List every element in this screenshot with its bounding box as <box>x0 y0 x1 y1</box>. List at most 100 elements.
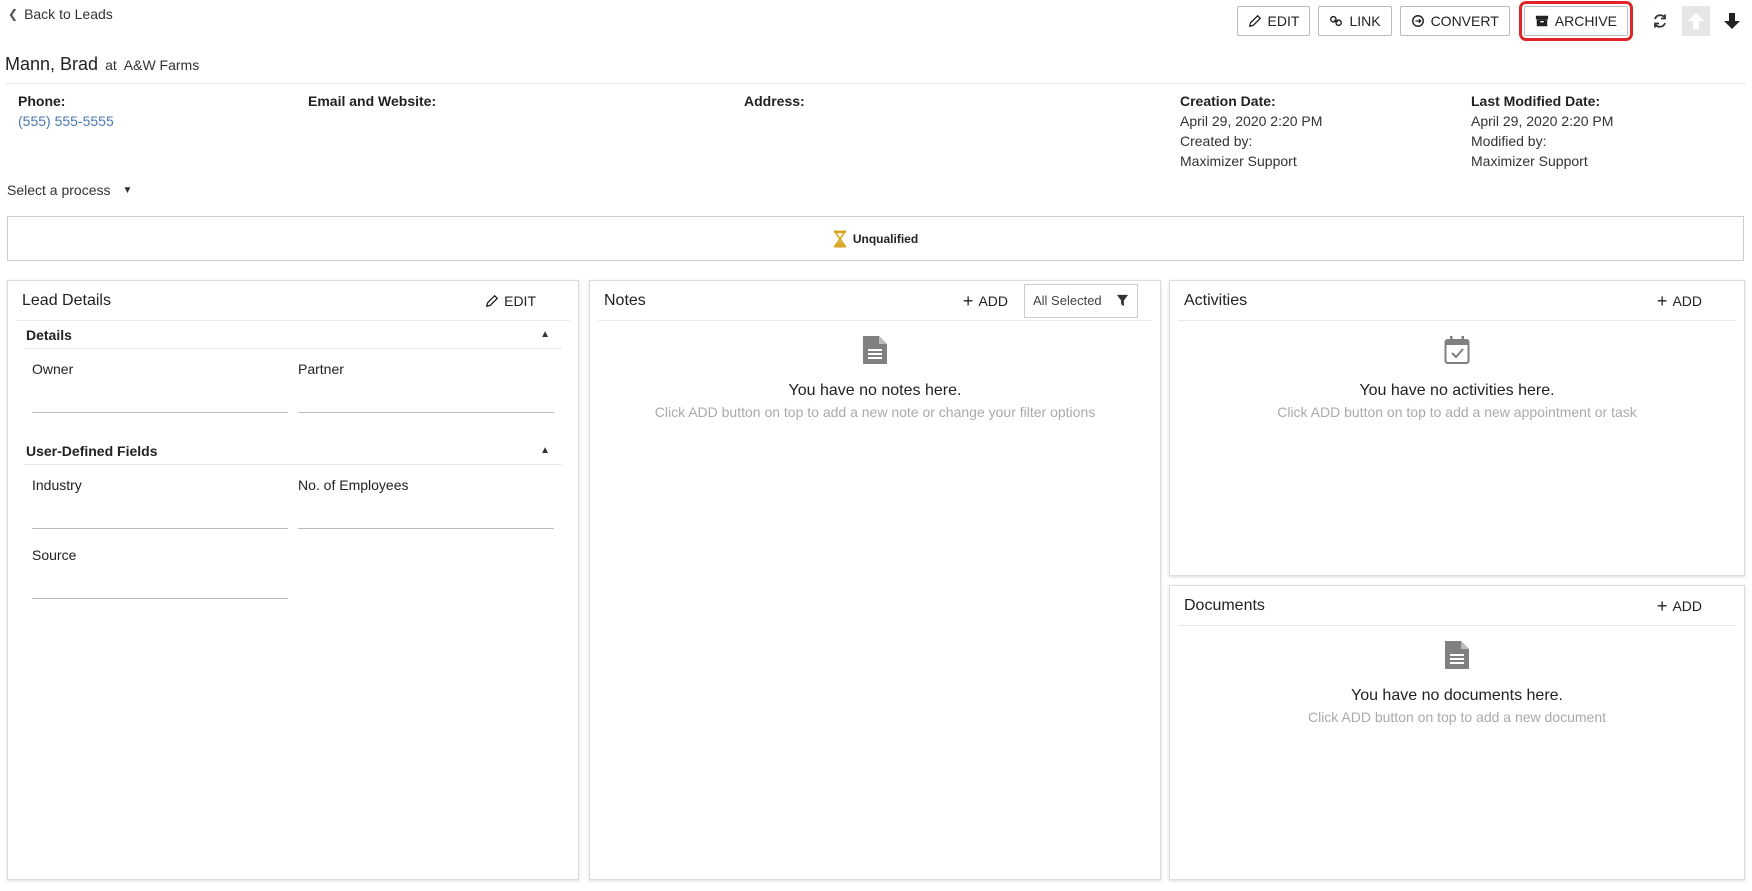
stage-label: Unqualified <box>852 231 919 246</box>
archive-label: ARCHIVE <box>1554 13 1617 29</box>
activities-panel: Activities + ADD You have no activities … <box>1169 280 1745 576</box>
plus-icon: + <box>1656 595 1668 616</box>
employees-field[interactable]: No. of Employees <box>298 465 554 529</box>
udf-section-title: User-Defined Fields <box>26 442 158 459</box>
source-value[interactable] <box>32 563 288 599</box>
details-section-header[interactable]: Details ▲ <box>24 321 562 349</box>
notes-filter-label: All Selected <box>1033 293 1102 308</box>
link-icon <box>1330 15 1343 27</box>
phone-info: Phone: (555) 555-5555 <box>18 91 114 131</box>
activities-add-button[interactable]: + ADD <box>1656 290 1702 311</box>
employees-label: No. of Employees <box>298 477 409 493</box>
owner-value[interactable] <box>32 377 288 413</box>
caret-down-icon: ▼ <box>122 184 133 196</box>
pencil-icon <box>1248 14 1261 28</box>
lead-details-edit-label: EDIT <box>504 292 536 309</box>
phone-link[interactable]: (555) 555-5555 <box>18 111 114 131</box>
plus-icon: + <box>1656 290 1668 311</box>
collapse-triangle-icon[interactable]: ▲ <box>540 445 550 456</box>
refresh-icon <box>1654 14 1666 28</box>
lead-at-label: at <box>105 57 117 73</box>
activities-empty-message: You have no activities here. <box>1359 382 1555 399</box>
pencil-icon <box>485 294 499 307</box>
owner-field[interactable]: Owner <box>32 349 288 413</box>
notes-empty-message: You have no notes here. <box>788 382 962 399</box>
record-toolbar: EDIT LINK CONVERT ARCHIVE <box>1236 1 1746 41</box>
hourglass-icon <box>833 230 846 247</box>
partner-label: Partner <box>298 361 344 377</box>
notes-add-button[interactable]: + ADD <box>962 290 1008 311</box>
collapse-triangle-icon[interactable]: ▲ <box>540 329 550 340</box>
udf-fields: Industry No. of Employees Source <box>8 465 578 599</box>
notes-empty-state: You have no notes here. Click ADD button… <box>590 335 1160 420</box>
details-section-title: Details <box>26 326 72 343</box>
process-select[interactable]: Select a process ▼ <box>7 182 132 198</box>
edit-label: EDIT <box>1267 13 1300 29</box>
source-label: Source <box>32 547 77 563</box>
archive-button[interactable]: ARCHIVE <box>1518 1 1634 41</box>
edit-button[interactable]: EDIT <box>1236 6 1311 36</box>
created-by-value: Maximizer Support <box>1180 153 1297 169</box>
documents-empty-message: You have no documents here. <box>1350 687 1563 704</box>
lead-company: A&W Farms <box>123 57 200 73</box>
previous-record-button[interactable] <box>1682 6 1710 36</box>
phone-label: Phone: <box>18 93 66 109</box>
back-to-leads-link[interactable]: ❮ Back to Leads <box>8 6 113 22</box>
address-info: Address: <box>744 91 805 111</box>
next-record-button[interactable] <box>1718 6 1746 36</box>
link-button[interactable]: LINK <box>1318 6 1392 36</box>
lead-details-title: Lead Details <box>22 291 111 309</box>
lead-name: Mann, Brad <box>5 54 99 74</box>
process-label: Select a process <box>7 182 111 198</box>
documents-add-label: ADD <box>1672 597 1702 614</box>
notes-filter-select[interactable]: All Selected <box>1024 283 1138 318</box>
employees-value[interactable] <box>298 493 554 529</box>
convert-button[interactable]: CONVERT <box>1399 6 1510 36</box>
lead-title: Mann, Brad at A&W Farms <box>5 54 199 75</box>
partner-value[interactable] <box>298 377 554 413</box>
notes-actions: + ADD All Selected <box>962 283 1138 318</box>
modified-by-label: Modified by: <box>1471 133 1547 149</box>
industry-label: Industry <box>32 477 82 493</box>
creation-label: Creation Date: <box>1180 93 1276 109</box>
notes-header: Notes + ADD All Selected <box>598 281 1152 321</box>
convert-icon <box>1411 15 1424 27</box>
notes-title: Notes <box>604 291 646 309</box>
email-info: Email and Website: <box>308 91 436 111</box>
filter-icon <box>1116 294 1129 307</box>
chevron-left-icon: ❮ <box>8 7 19 21</box>
created-by-label: Created by: <box>1180 133 1253 149</box>
documents-empty-state: You have no documents here. Click ADD bu… <box>1170 640 1744 725</box>
modified-info: Last Modified Date: April 29, 2020 2:20 … <box>1471 91 1613 171</box>
documents-title: Documents <box>1184 596 1265 614</box>
arrow-down-icon <box>1724 13 1740 29</box>
details-fields: Owner Partner <box>8 349 578 413</box>
email-label: Email and Website: <box>308 93 437 109</box>
lead-details-edit-button[interactable]: EDIT <box>485 293 536 309</box>
industry-value[interactable] <box>32 493 288 529</box>
stage-bar[interactable]: Unqualified <box>7 216 1744 261</box>
modified-label: Last Modified Date: <box>1471 93 1601 109</box>
creation-value: April 29, 2020 2:20 PM <box>1180 113 1323 129</box>
source-field[interactable]: Source <box>32 529 288 599</box>
documents-header: Documents + ADD <box>1178 586 1736 626</box>
udf-section-header[interactable]: User-Defined Fields ▲ <box>24 437 562 465</box>
notes-empty-hint: Click ADD button on top to add a new not… <box>654 404 1096 420</box>
archive-icon <box>1535 15 1548 27</box>
partner-field[interactable]: Partner <box>298 349 554 413</box>
modified-by-value: Maximizer Support <box>1471 153 1588 169</box>
documents-empty-hint: Click ADD button on top to add a new doc… <box>1307 709 1607 725</box>
header-divider <box>5 83 1746 84</box>
industry-field[interactable]: Industry <box>32 465 288 529</box>
documents-add-button[interactable]: + ADD <box>1656 595 1702 616</box>
owner-label: Owner <box>32 361 74 377</box>
notes-add-label: ADD <box>978 292 1008 309</box>
plus-icon: + <box>962 290 974 311</box>
activities-title: Activities <box>1184 291 1248 309</box>
notes-panel: Notes + ADD All Selected You have no not… <box>589 280 1161 880</box>
activities-add-label: ADD <box>1672 292 1702 309</box>
lead-details-header: Lead Details EDIT <box>16 281 570 321</box>
calendar-check-icon <box>1444 336 1470 364</box>
refresh-button[interactable] <box>1646 6 1674 36</box>
link-label: LINK <box>1349 13 1381 29</box>
